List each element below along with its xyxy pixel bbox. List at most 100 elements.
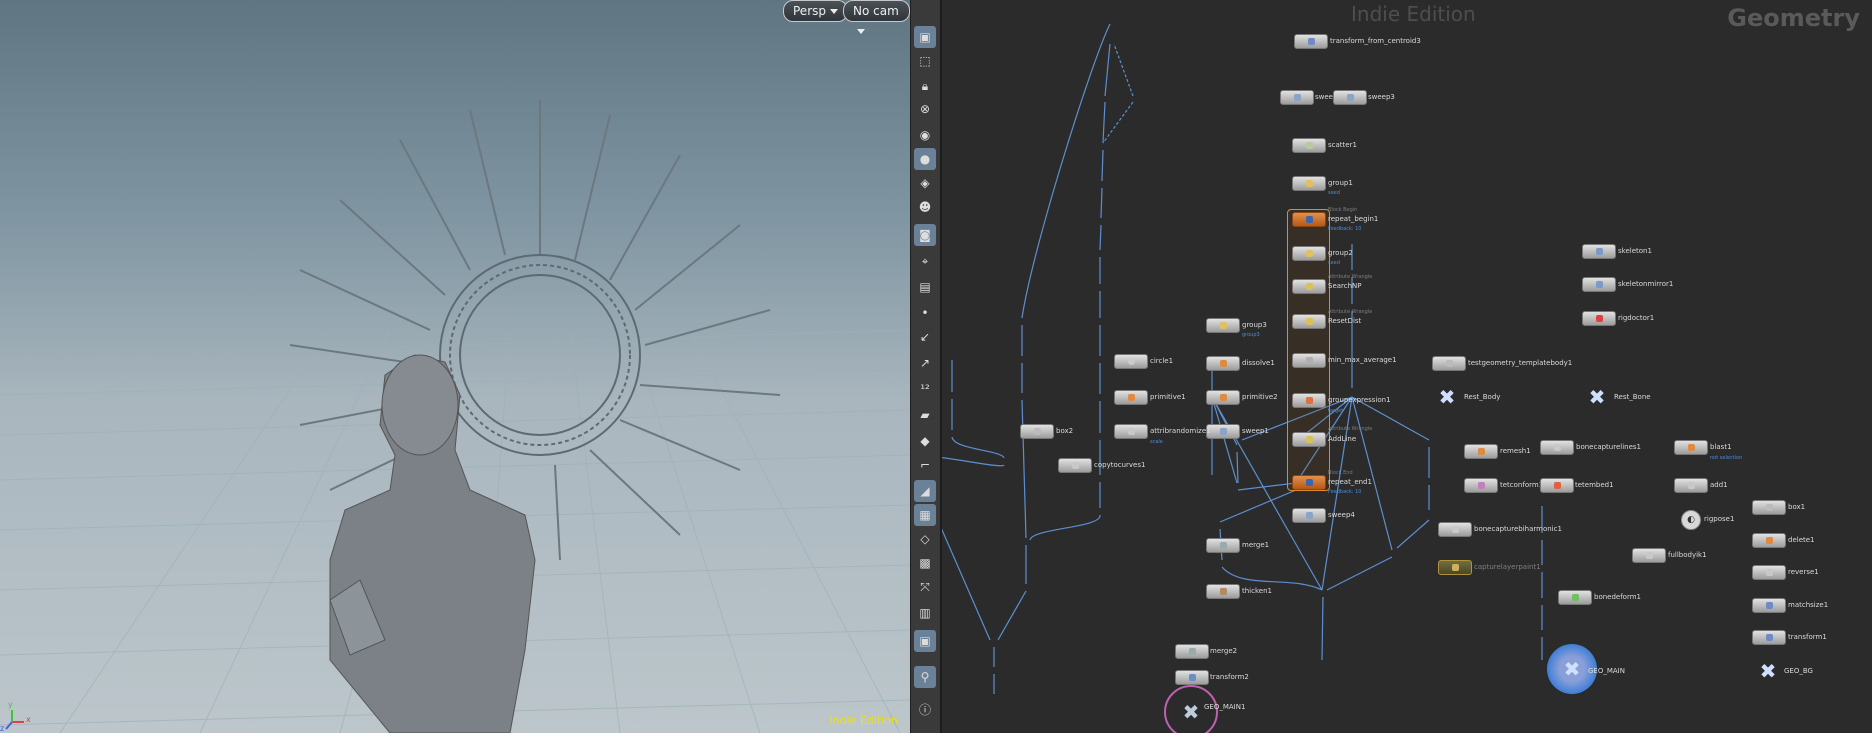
- paint-icon[interactable]: ▰: [914, 404, 936, 426]
- node-fullbodyik1[interactable]: [1632, 548, 1666, 563]
- node-primitive1[interactable]: [1114, 390, 1148, 405]
- halo-rings: [439, 254, 641, 456]
- node-icon: [1305, 436, 1313, 443]
- light-icon[interactable]: ●: [914, 148, 936, 170]
- node-sweep4[interactable]: [1292, 508, 1326, 523]
- guide-icon[interactable]: ⌐: [914, 454, 936, 476]
- node-group1[interactable]: [1292, 176, 1326, 191]
- render-icon[interactable]: ▣: [914, 630, 936, 652]
- node-rest-bone[interactable]: ✖: [1586, 385, 1608, 409]
- node-box1[interactable]: [1752, 500, 1786, 515]
- ghost-icon[interactable]: ◈: [914, 172, 936, 194]
- grid-icon[interactable]: ▦: [914, 504, 936, 526]
- node-matchsize1[interactable]: [1752, 598, 1786, 613]
- node-primitive2[interactable]: [1206, 390, 1240, 405]
- visibility-icon[interactable]: ◢: [914, 480, 936, 502]
- node-label: delete1: [1788, 536, 1815, 544]
- node-testgeometry-templatebody1[interactable]: [1432, 356, 1466, 371]
- view-options-icon[interactable]: ⌖: [914, 250, 936, 272]
- node-bonedeform1[interactable]: [1558, 590, 1592, 605]
- display-icon[interactable]: ☻: [914, 196, 936, 218]
- node-badge: Attribute Wrangle: [1328, 274, 1373, 280]
- pivot-icon[interactable]: ⤧: [914, 576, 936, 598]
- node-bonecapturebiharmonic1[interactable]: [1438, 522, 1472, 537]
- node-badge: Attribute Wrangle: [1328, 426, 1373, 432]
- lock-icon[interactable]: 🔒︎: [914, 75, 936, 97]
- node-attribrandomize1[interactable]: [1114, 424, 1148, 439]
- node-skeletonmirror1[interactable]: [1582, 277, 1616, 292]
- node-sweep2[interactable]: [1280, 90, 1314, 105]
- lighting-icon[interactable]: ◉: [914, 124, 936, 146]
- node-sweep3[interactable]: [1333, 90, 1367, 105]
- node-scatter1[interactable]: [1292, 138, 1326, 153]
- node-label: primitive1: [1150, 393, 1186, 401]
- node-tetconform1[interactable]: [1464, 478, 1498, 493]
- node-geo-bg[interactable]: ✖: [1757, 659, 1779, 683]
- camera-icon[interactable]: ◙: [914, 224, 936, 246]
- select-pose-icon[interactable]: ▣: [914, 26, 936, 48]
- node-searchnp[interactable]: [1292, 279, 1326, 294]
- pick-icon[interactable]: ↗: [914, 352, 936, 374]
- node-icon: [1305, 357, 1313, 364]
- shading-icon[interactable]: ◇: [914, 528, 936, 550]
- node-icon: [1305, 397, 1313, 404]
- node-group2[interactable]: [1292, 246, 1326, 261]
- handle-icon[interactable]: ⬚: [914, 50, 936, 72]
- cam-menu[interactable]: No cam: [843, 0, 910, 34]
- node-thicken1[interactable]: [1206, 584, 1240, 599]
- node-repeat-begin1[interactable]: [1292, 212, 1326, 227]
- snap-icon[interactable]: ⊗: [914, 98, 936, 120]
- sculpt-icon[interactable]: ◆: [914, 430, 936, 452]
- frame-icon[interactable]: ▩: [914, 552, 936, 574]
- node-blast1[interactable]: [1674, 440, 1708, 455]
- node-bonecapturelines1[interactable]: [1540, 440, 1574, 455]
- node-delete1[interactable]: [1752, 533, 1786, 548]
- numbers-icon[interactable]: ¹²: [914, 378, 936, 400]
- node-resetdist[interactable]: [1292, 314, 1326, 329]
- node-icon: [1346, 94, 1354, 101]
- node-repeat-end1[interactable]: [1292, 475, 1326, 490]
- scene-viewport[interactable]: Persp No cam Indie Edition x y z: [0, 0, 910, 733]
- node-groupexpression1[interactable]: [1292, 393, 1326, 408]
- node-reverse1[interactable]: [1752, 565, 1786, 580]
- node-sweep1[interactable]: [1206, 424, 1240, 439]
- node-label: ResetDist: [1328, 317, 1362, 325]
- node-icon: [1071, 462, 1079, 469]
- pin-icon[interactable]: ⚲: [914, 666, 936, 688]
- node-capturelayerpaint1[interactable]: [1438, 560, 1472, 575]
- background-icon[interactable]: ▥: [914, 602, 936, 624]
- node-icon: [1219, 428, 1227, 435]
- node-box2[interactable]: [1020, 424, 1054, 439]
- points-icon[interactable]: •: [914, 302, 936, 324]
- node-sublabel: Feedback: 10: [1328, 489, 1362, 495]
- camera-menu[interactable]: Persp: [783, 0, 848, 22]
- node-icon: [1293, 94, 1301, 101]
- node-add1[interactable]: [1674, 478, 1708, 493]
- node-tetembed1[interactable]: [1540, 478, 1574, 493]
- normals-icon[interactable]: ↙: [914, 326, 936, 348]
- network-editor[interactable]: Indie Edition Geometry transform_from_ce…: [942, 0, 1872, 733]
- node-label: groupexpression1: [1328, 396, 1391, 404]
- node-icon: [1127, 358, 1135, 365]
- template-icon[interactable]: ▤: [914, 276, 936, 298]
- node-group3[interactable]: [1206, 318, 1240, 333]
- node-addline[interactable]: [1292, 432, 1326, 447]
- node-copytocurves1[interactable]: [1058, 458, 1092, 473]
- node-transform-from-centroid3[interactable]: [1294, 34, 1328, 49]
- node-merge1[interactable]: [1206, 538, 1240, 553]
- null-icon: ✖: [1588, 385, 1606, 409]
- info-icon[interactable]: ⓘ: [914, 698, 936, 720]
- node-circle1[interactable]: [1114, 354, 1148, 369]
- node-label: reverse1: [1788, 568, 1819, 576]
- node-min-max-average1[interactable]: [1292, 353, 1326, 368]
- node-rigdoctor1[interactable]: [1582, 311, 1616, 326]
- node-merge2[interactable]: [1175, 644, 1209, 659]
- node-dissolve1[interactable]: [1206, 356, 1240, 371]
- node-rigpose1[interactable]: ◐: [1681, 510, 1701, 530]
- node-label: tetconform1: [1500, 481, 1544, 489]
- node-transform1[interactable]: [1752, 630, 1786, 645]
- node-skeleton1[interactable]: [1582, 244, 1616, 259]
- node-transform2[interactable]: [1175, 670, 1209, 685]
- node-remesh1[interactable]: [1464, 444, 1498, 459]
- node-rest-body[interactable]: ✖: [1436, 385, 1458, 409]
